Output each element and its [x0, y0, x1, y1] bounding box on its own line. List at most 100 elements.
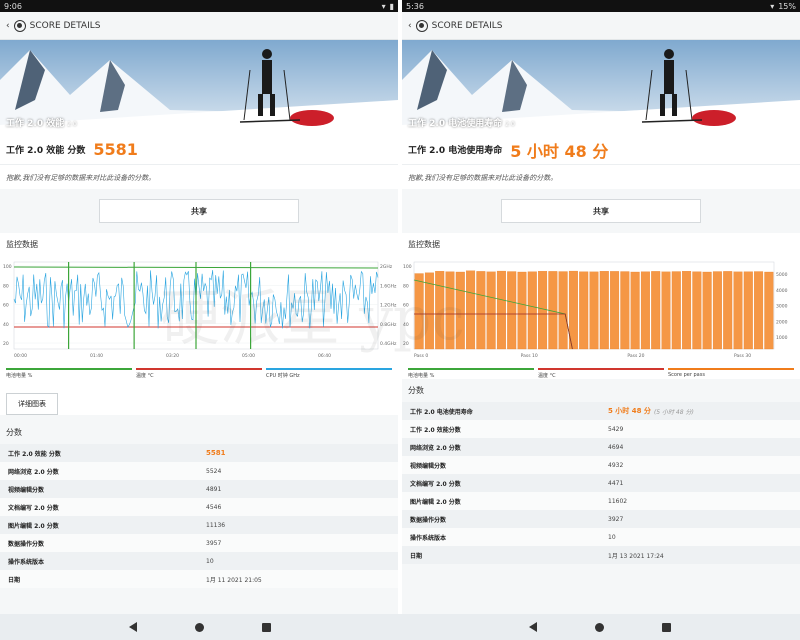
y-tick-label: 80	[403, 283, 409, 289]
x-tick-label: 00:00	[14, 353, 27, 359]
score-bar	[671, 271, 681, 350]
share-button[interactable]: 共享	[501, 199, 701, 223]
score-value-cell: 4932	[608, 461, 624, 469]
score-name: 工作 2.0 效能 分数	[8, 450, 61, 458]
score-name: 操作系统版本	[410, 534, 447, 542]
hero-version: 2.0	[505, 121, 515, 128]
score-value-cell: 5429	[608, 425, 624, 433]
score-table: 工作 2.0 效能 分数 5581 网络浏览 2.0 分数 5524 视频编辑分数 489…	[0, 444, 398, 588]
y-tick-label: 40	[3, 322, 9, 328]
score-bar	[517, 271, 527, 350]
score-bar	[712, 271, 722, 350]
score-value-cell: 5524	[206, 467, 222, 475]
score-bar	[466, 270, 476, 350]
score-bar	[455, 271, 465, 350]
wifi-icon: ▾	[381, 1, 386, 11]
nav-back-icon[interactable]	[129, 622, 137, 632]
scores-title: 分数	[6, 428, 22, 437]
x-tick-label: 05:00	[242, 353, 255, 359]
y2-tick-label: 1.2GHz	[380, 303, 397, 309]
y-tick-label: 60	[3, 303, 9, 309]
monitor-title: 监控数据	[6, 240, 38, 249]
score-bar	[538, 271, 548, 350]
score-name: 文档编写 2.0 分数	[410, 480, 461, 488]
table-row: 工作 2.0 效能 分数 5581	[0, 444, 398, 462]
monitor-chart: 100 80 60 40 20 5000 4000 3000 2000 1000 Pass 0 Pas…	[402, 254, 800, 364]
right-screen: 5:36 ▾ 15% ‹ SCORE DETAILS 工作 2.0 电池使用寿命 2…	[402, 0, 800, 640]
score-bar	[630, 271, 640, 350]
nav-home-icon[interactable]	[195, 622, 204, 632]
score-value-cell: 11602	[608, 497, 628, 505]
score-name: 视频编辑分数	[410, 462, 447, 470]
status-bar: 9:06 ▾ ▮	[0, 0, 398, 12]
page-title: SCORE DETAILS	[431, 20, 503, 31]
comparison-note: 抱歉,我们没有足够的数据来对比此设备的分数。	[402, 165, 800, 189]
hero-version: 2.0	[67, 121, 77, 128]
wifi-icon: ▾	[770, 1, 775, 11]
share-button[interactable]: 共享	[99, 199, 299, 223]
score-name: 数据操作分数	[8, 540, 45, 548]
3dmark-logo-icon	[415, 19, 428, 32]
score-name: 文档编写 2.0 分数	[8, 504, 59, 512]
y2-tick-label: 1.6GHz	[380, 283, 397, 289]
status-time: 9:06	[4, 1, 22, 11]
scores-title: 分数	[408, 386, 424, 395]
monitor-chart: 100 80 60 40 20 2GHz 1.6GHz 1.2GHz 0.8GHz 0.4GHz 0…	[0, 254, 398, 364]
score-bar	[661, 271, 671, 350]
y2-tick-label: 0.8GHz	[380, 322, 397, 328]
score-bar	[733, 271, 743, 350]
score-label: 工作 2.0 效能 分数	[6, 146, 86, 156]
x-tick-label: Pass 30	[734, 353, 751, 359]
score-name: 工作 2.0 效能分数	[410, 426, 461, 434]
detail-chart-button[interactable]: 详细图表	[6, 393, 58, 415]
monitor-title: 监控数据	[408, 240, 440, 249]
table-row: 工作 2.0 效能分数 5429	[402, 420, 800, 438]
table-row: 图片编辑 2.0 分数 11602	[402, 492, 800, 510]
score-name: 网络浏览 2.0 分数	[410, 444, 461, 452]
status-time: 5:36	[406, 1, 424, 11]
score-bar	[702, 271, 712, 350]
y2-tick-label: 2GHz	[380, 264, 393, 270]
y2-tick-label: 5000	[776, 272, 788, 278]
hero-image: 工作 2.0 电池使用寿命 2.0	[402, 40, 800, 135]
score-bar	[527, 271, 537, 350]
x-tick-label: Pass 20	[627, 353, 644, 359]
table-row: 图片编辑 2.0 分数 11136	[0, 516, 398, 534]
table-row: 操作系统版本 10	[0, 552, 398, 570]
y2-tick-label: 0.4GHz	[380, 341, 397, 347]
score-bar	[558, 271, 568, 350]
nav-recents-icon[interactable]	[662, 622, 671, 632]
score-bar	[599, 271, 609, 350]
back-chevron-icon[interactable]: ‹	[408, 21, 412, 31]
score-bar	[651, 271, 661, 350]
battery-percent: 15%	[778, 1, 796, 11]
table-row: 网络浏览 2.0 分数 5524	[0, 462, 398, 480]
table-row: 文档编写 2.0 分数 4471	[402, 474, 800, 492]
y2-tick-label: 4000	[776, 288, 788, 294]
score-bar	[640, 271, 650, 350]
score-name: 图片编辑 2.0 分数	[8, 522, 59, 530]
score-bar	[754, 271, 764, 350]
back-chevron-icon[interactable]: ‹	[6, 21, 10, 31]
score-value-cell: 4471	[608, 479, 624, 487]
monitor-panel: 监控数据 100 80 60 40 20 2GHz 1.6GHz 1.2GHz 0.8GHz 0.…	[0, 233, 398, 415]
nav-recents-icon[interactable]	[262, 622, 271, 632]
y2-tick-label: 3000	[776, 304, 788, 310]
score-bar	[486, 271, 496, 350]
3dmark-logo-icon	[13, 19, 26, 32]
y2-tick-label: 2000	[776, 319, 788, 325]
score-value-cell: 5 小时 48 分	[608, 407, 651, 415]
y-tick-label: 80	[3, 283, 9, 289]
chart-legend: 电池电量 % 温度 °C Score per pass	[402, 364, 800, 379]
android-nav-bar	[0, 614, 800, 640]
score-bar	[610, 271, 620, 350]
nav-back-icon[interactable]	[529, 622, 537, 632]
score-name: 日期	[8, 576, 21, 584]
nav-home-icon[interactable]	[595, 622, 604, 632]
score-value-cell: 4694	[608, 443, 624, 451]
hero-label: 工作 2.0 效能	[6, 119, 65, 129]
table-row: 工作 2.0 电池使用寿命 5 小时 48 分 (5 小时 48 分)	[402, 402, 800, 420]
y-tick-label: 100	[403, 264, 412, 270]
score-bar	[692, 271, 702, 350]
score-bar	[435, 271, 445, 350]
